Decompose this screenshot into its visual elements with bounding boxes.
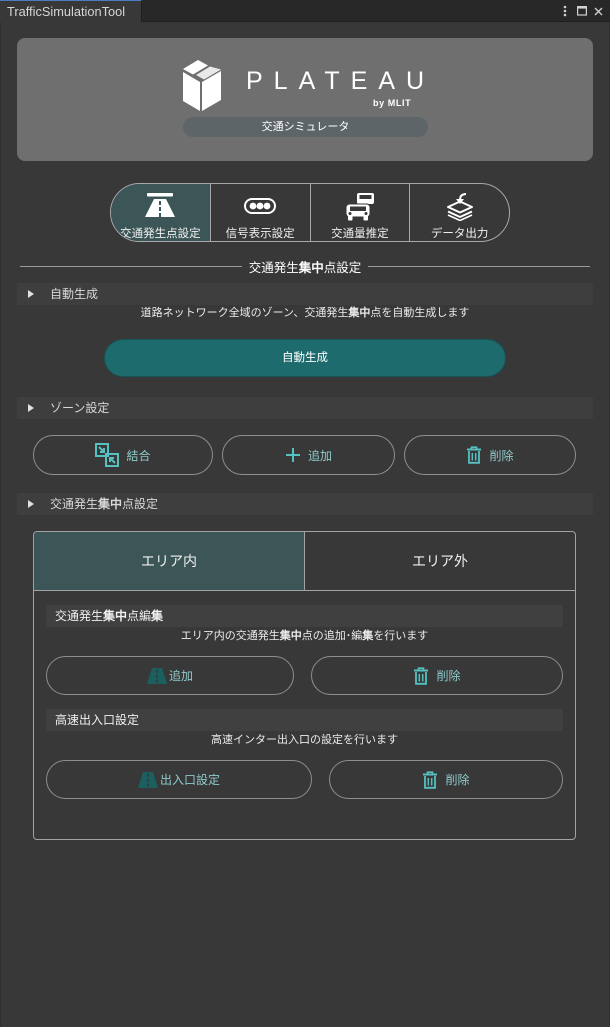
tab-label: 交通量推定 [331,228,389,240]
window-frame [0,22,610,1027]
plus-icon [285,447,301,463]
divider-line [368,265,591,267]
subsection-title: 高速出入口設定 [55,713,140,727]
kebab-menu-icon[interactable] [563,5,567,17]
section-title: 交通発生集中点設定 [20,257,591,276]
point-edit-description: エリア内の交通発生集中点の追加･編集を行います [34,629,575,643]
foldout-label: ゾーン設定 [50,401,110,415]
entrance-settings-button[interactable]: 出入口設定 [46,760,312,799]
traffic-cars-icon [345,192,375,221]
trash-icon [422,770,438,789]
button-label: 削除 [489,448,514,463]
desc-part: 点を自動生成します [370,307,470,319]
data-export-icon [446,193,474,221]
logo-text: PLATEAU [246,67,436,95]
merge-zone-button[interactable]: 結合 [33,435,213,475]
highway-entrance-description: 高速インター出入口の設定を行います [211,734,398,746]
foldout-arrow-icon [28,500,34,508]
point-edit-header: 交通発生集中点編集 [46,605,563,627]
add-point-button[interactable]: 追加 [46,656,294,695]
tab-data-export[interactable]: データ出力 [409,184,509,241]
subsection-title: 交通発生集中点編集 [55,605,163,627]
divider-line [20,265,242,267]
tab-label: 交通発生点設定 [120,228,201,240]
app-subtitle: 交通シミュレータ [183,117,428,137]
close-icon[interactable] [594,7,603,16]
title-part: 交通発生 [248,260,299,275]
desc-part: 点の追加･編 [301,630,363,642]
maximize-icon[interactable] [577,6,587,16]
foldout-arrow-icon [28,404,34,412]
trash-icon [466,446,482,464]
delete-zone-button[interactable]: 削除 [404,435,576,475]
window-tab[interactable]: TrafficSimulationTool [0,0,142,22]
tab-traffic-generation-points[interactable]: 交通発生点設定 [111,184,210,241]
button-label: 追加 [168,669,193,683]
add-zone-button[interactable]: 追加 [222,435,395,475]
highway-icon [144,193,176,217]
tab-label: 信号表示設定 [225,228,295,240]
foldout-point-settings[interactable]: 交通発生集中点設定 [17,493,593,515]
section-title-text: 交通発生集中点設定 [242,257,369,276]
delete-entrance-button[interactable]: 削除 [329,760,563,799]
trash-icon [413,666,429,685]
desc-part-bold: 集 [362,630,374,642]
label-part: 点設定 [122,497,159,511]
point-settings-panel: エリア内 エリア外 交通発生集中点編集 エリア内の交通発生集中点の追加･編集を行… [33,531,576,840]
desc-part: を行います [373,630,429,642]
foldout-arrow-icon [28,290,34,298]
button-label: 結合 [126,448,151,463]
tab-traffic-volume[interactable]: 交通量推定 [309,184,410,241]
foldout-auto-generate[interactable]: 自動生成 [17,283,593,305]
title-part-bold: 集中 [298,260,324,275]
button-label: 出入口設定 [159,773,220,787]
logo-byline: by MLIT [373,98,412,108]
tab-inside-area[interactable]: エリア内 [34,532,305,590]
window-tab-title: TrafficSimulationTool [7,4,126,19]
button-label: 削除 [445,773,470,787]
tab-outside-area[interactable]: エリア外 [305,532,575,590]
desc-part-bold: 集中 [279,630,302,642]
button-label: 削除 [436,669,461,683]
foldout-zone-settings[interactable]: ゾーン設定 [17,397,593,419]
title-part: 交通発生 [55,609,104,623]
foldout-label: 交通発生集中点設定 [50,493,158,515]
window-tab-bar: TrafficSimulationTool [0,0,610,22]
area-tab-bar: エリア内 エリア外 [34,532,575,591]
highway-entrance-header: 高速出入口設定 [46,709,563,731]
title-part-bold: 集 [151,609,164,623]
desc-part: 道路ネットワーク全域のゾーン、交通発生 [140,307,349,319]
desc-part: エリア内の交通発生 [180,630,280,642]
road-icon [146,667,167,684]
road-icon [137,771,158,788]
label-part-bold: 集中 [98,497,123,511]
label-part: 交通発生 [50,497,99,511]
title-part-bold: 集中 [103,609,128,623]
tab-label: データ出力 [430,228,489,240]
auto-generate-button[interactable]: 自動生成 [104,339,506,377]
tab-signal-display[interactable]: 信号表示設定 [209,184,310,241]
title-part: 点編 [127,609,152,623]
desc-part-bold: 集中 [348,307,371,319]
merge-icon [95,443,120,467]
header-banner: PLATEAU by MLIT 交通シミュレータ [17,38,593,161]
delete-point-button[interactable]: 削除 [311,656,563,695]
foldout-label: 自動生成 [50,287,99,301]
button-label: 追加 [307,448,332,463]
plateau-logo-icon [183,59,221,111]
title-part: 点設定 [323,260,362,275]
auto-generate-description: 道路ネットワーク全域のゾーン、交通発生集中点を自動生成します [0,306,610,320]
traffic-light-icon [244,198,277,214]
mode-tab-bar: 交通発生点設定 信号表示設定 交通量推定 データ出力 [110,183,510,242]
